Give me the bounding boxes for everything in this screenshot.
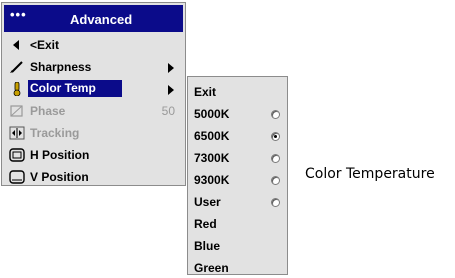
radio-user[interactable] bbox=[271, 198, 280, 207]
menu-item-sharpness[interactable]: Sharpness bbox=[5, 57, 183, 77]
left-arrow-icon bbox=[9, 38, 25, 52]
radio-5000k[interactable] bbox=[271, 110, 280, 119]
radio-7300k[interactable] bbox=[271, 154, 280, 163]
submenu-item-label: User bbox=[194, 195, 221, 209]
phase-value: 50 bbox=[161, 104, 175, 118]
menu-item-exit[interactable]: <Exit bbox=[5, 35, 183, 55]
menu-item-label: Tracking bbox=[30, 126, 80, 140]
submenu-item-user[interactable]: User bbox=[194, 192, 284, 212]
chevron-right-icon bbox=[168, 85, 174, 95]
menu-title: Advanced bbox=[70, 12, 133, 27]
submenu-item-6500k[interactable]: 6500K bbox=[194, 126, 284, 146]
menu-item-label: Phase bbox=[30, 104, 66, 118]
submenu-item-exit[interactable]: Exit bbox=[194, 82, 284, 102]
color-temperature-caption: Color Temperature bbox=[305, 166, 435, 182]
menu-item-label: <Exit bbox=[30, 38, 60, 52]
menu-item-h-position[interactable]: H Position bbox=[5, 145, 183, 165]
submenu-item-label: Blue bbox=[194, 239, 221, 253]
phase-icon bbox=[9, 104, 25, 118]
menu-item-color-temp[interactable]: Color Temp bbox=[5, 79, 183, 99]
menu-item-label: Color Temp bbox=[28, 80, 122, 97]
menu-item-phase: Phase 50 bbox=[5, 101, 183, 121]
menu-dots: ••• bbox=[10, 7, 27, 22]
pencil-icon bbox=[9, 60, 25, 74]
submenu-item-label: 7300K bbox=[194, 151, 230, 165]
submenu-item-label: 5000K bbox=[194, 107, 230, 121]
menu-item-v-position[interactable]: V Position bbox=[5, 167, 183, 187]
tracking-icon bbox=[9, 126, 25, 140]
monitor-icon bbox=[9, 170, 25, 184]
submenu-item-label: 9300K bbox=[194, 173, 230, 187]
submenu-item-red[interactable]: Red bbox=[194, 214, 284, 234]
submenu-item-label: Exit bbox=[194, 85, 217, 99]
submenu-item-label: Green bbox=[194, 261, 229, 275]
submenu-item-label: Red bbox=[194, 217, 217, 231]
menu-header: ••• Advanced bbox=[4, 5, 183, 32]
thermometer-icon bbox=[9, 81, 25, 97]
menu-item-label: Sharpness bbox=[30, 60, 92, 74]
advanced-menu: ••• Advanced <Exit Sharpness Color Temp … bbox=[1, 2, 186, 186]
menu-item-label: H Position bbox=[30, 148, 90, 162]
menu-item-tracking: Tracking bbox=[5, 123, 183, 143]
menu-item-label: V Position bbox=[30, 170, 89, 184]
submenu-item-blue[interactable]: Blue bbox=[194, 236, 284, 256]
submenu-item-green[interactable]: Green bbox=[194, 258, 284, 278]
submenu-item-7300k[interactable]: 7300K bbox=[194, 148, 284, 168]
radio-6500k[interactable] bbox=[271, 132, 280, 141]
submenu-item-9300k[interactable]: 9300K bbox=[194, 170, 284, 190]
chevron-right-icon bbox=[168, 63, 174, 73]
submenu-item-5000k[interactable]: 5000K bbox=[194, 104, 284, 124]
monitor-icon bbox=[9, 148, 25, 162]
radio-9300k[interactable] bbox=[271, 176, 280, 185]
submenu-item-label: 6500K bbox=[194, 129, 230, 143]
color-temp-submenu: Exit 5000K 6500K 7300K 9300K User Red Bl… bbox=[187, 76, 288, 275]
